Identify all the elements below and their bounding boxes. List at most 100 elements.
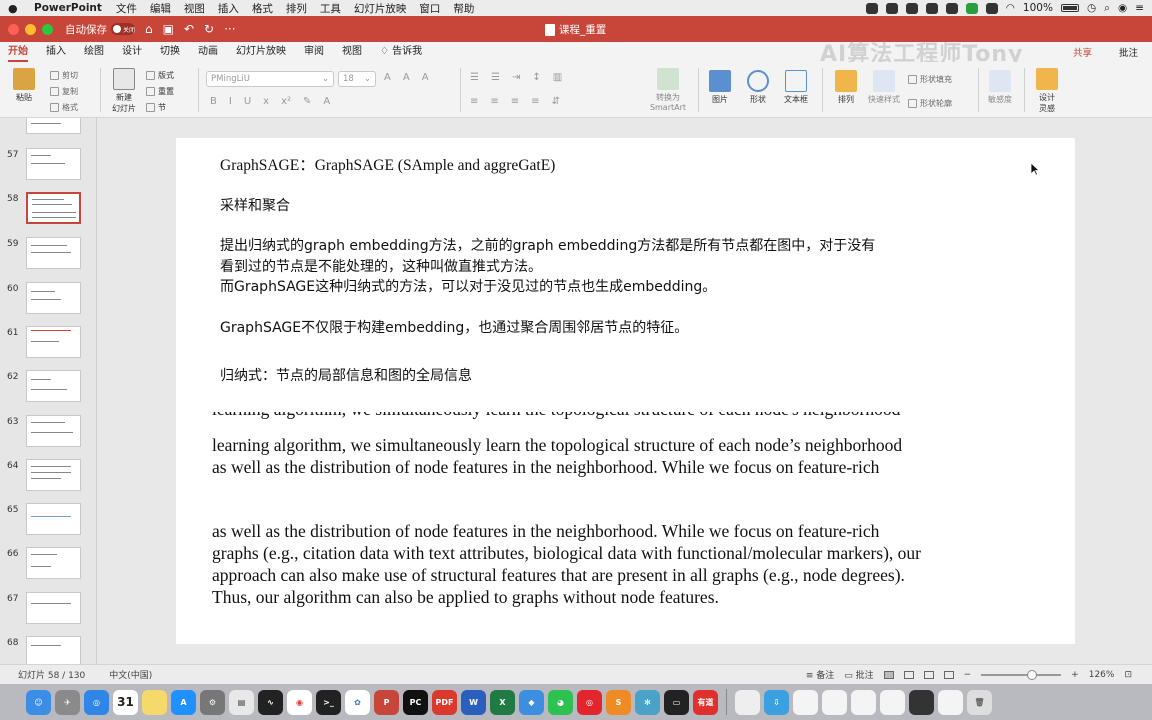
zoom-slider[interactable] bbox=[981, 669, 1062, 680]
body-paragraph-line[interactable]: 归纳式：节点的局部信息和图的全局信息 bbox=[220, 366, 472, 386]
slideshow-view-icon[interactable] bbox=[943, 670, 954, 679]
paw-icon[interactable]: ◆ bbox=[519, 689, 544, 715]
minimized-window-icon[interactable] bbox=[822, 689, 847, 715]
spotlight-search-icon[interactable]: ⌕ bbox=[1104, 2, 1110, 15]
body-paragraph-line[interactable]: 而GraphSAGE这种归纳式的方法，可以对于没见过的节点也生成embeddin… bbox=[220, 277, 716, 297]
body-paragraph-line[interactable]: 看到过的节点是不能处理的，这种叫做直推式方法。 bbox=[220, 257, 542, 277]
powerpoint-icon[interactable]: P bbox=[374, 689, 399, 715]
chrome-icon[interactable]: ◉ bbox=[287, 689, 312, 715]
layout-button[interactable]: 版式 bbox=[146, 70, 174, 81]
wechat-tray-icon[interactable] bbox=[885, 2, 898, 14]
trash-icon[interactable]: 🗑 bbox=[967, 689, 992, 715]
save-icon[interactable]: ▣ bbox=[163, 22, 174, 36]
superscript-button[interactable]: x² bbox=[281, 96, 291, 107]
numbering-button[interactable]: ☰ bbox=[491, 72, 500, 83]
clock-icon[interactable]: ◷ bbox=[1087, 2, 1096, 14]
zoom-in-button[interactable]: + bbox=[1071, 670, 1079, 680]
comments-button[interactable]: 批注 bbox=[1119, 45, 1138, 59]
menu-edit[interactable]: 编辑 bbox=[150, 1, 171, 16]
vpn-tray-icon[interactable] bbox=[905, 2, 918, 14]
fit-to-window-icon[interactable]: ⊡ bbox=[1124, 670, 1132, 680]
justify-button[interactable]: ≡ bbox=[531, 96, 539, 107]
apple-icon[interactable]: ● bbox=[8, 2, 22, 15]
safari-icon[interactable]: ◎ bbox=[84, 689, 109, 715]
terminal-icon[interactable]: >_ bbox=[316, 689, 341, 715]
slide-thumbnail[interactable] bbox=[26, 326, 81, 358]
appstore-icon[interactable]: A bbox=[171, 689, 196, 715]
line-spacing-button[interactable]: ↕ bbox=[532, 72, 540, 83]
underline-button[interactable]: U bbox=[244, 96, 251, 107]
close-window-button[interactable] bbox=[8, 23, 19, 35]
tab-slideshow[interactable]: 幻灯片放映 bbox=[236, 42, 286, 62]
minimize-window-button[interactable] bbox=[25, 23, 36, 35]
autosave-control[interactable]: 自动保存 关闭 bbox=[65, 22, 135, 37]
tab-design[interactable]: 设计 bbox=[122, 42, 142, 62]
tab-home[interactable]: 开始 bbox=[8, 42, 28, 62]
home-icon[interactable]: ⌂ bbox=[145, 22, 153, 36]
reset-button[interactable]: 重置 bbox=[146, 86, 174, 97]
tab-insert[interactable]: 插入 bbox=[46, 42, 66, 62]
arrange-button[interactable]: 排列 bbox=[830, 70, 862, 105]
slide-thumbnail[interactable] bbox=[26, 148, 81, 180]
slide-thumbnail[interactable] bbox=[26, 282, 81, 314]
picture-button[interactable]: 图片 bbox=[704, 70, 736, 105]
tab-animations[interactable]: 动画 bbox=[198, 42, 218, 62]
slide-thumbnail[interactable] bbox=[26, 636, 81, 664]
network-tool-icon[interactable]: ✻ bbox=[635, 689, 660, 715]
netease-music-icon[interactable]: ◎ bbox=[577, 689, 602, 715]
tell-me-search[interactable]: ♢ 告诉我 bbox=[380, 42, 422, 62]
document-window-icon[interactable] bbox=[735, 689, 760, 715]
minimized-window-icon[interactable] bbox=[938, 689, 963, 715]
pdf-reader-icon[interactable]: PDF bbox=[432, 689, 457, 715]
preview-icon[interactable]: ▤ bbox=[229, 689, 254, 715]
system-settings-icon[interactable]: ⚙ bbox=[200, 689, 225, 715]
body-paragraph-line[interactable]: 提出归纳式的graph embedding方法，之前的graph embeddi… bbox=[220, 236, 875, 256]
zoom-percent[interactable]: 126% bbox=[1089, 670, 1115, 680]
bold-button[interactable]: B bbox=[210, 96, 217, 107]
slide-subtitle[interactable]: 采样和聚合 bbox=[220, 196, 290, 216]
shape-fill-button[interactable]: 形状填充 bbox=[908, 74, 952, 85]
design-ideas-button[interactable]: 设计 灵感 bbox=[1032, 68, 1062, 114]
launchpad-icon[interactable]: ✈ bbox=[55, 689, 80, 715]
sublime-text-icon[interactable]: S bbox=[606, 689, 631, 715]
notes-button[interactable]: ≡ 备注 bbox=[806, 668, 834, 681]
slide-thumbnail[interactable] bbox=[26, 547, 81, 579]
youdao-icon[interactable]: 有道 bbox=[693, 689, 718, 715]
slide-thumbnail[interactable] bbox=[26, 118, 81, 134]
slide-editing-area[interactable]: GraphSAGE：GraphSAGE (SAmple and aggreGat… bbox=[98, 118, 1152, 664]
current-slide[interactable]: GraphSAGE：GraphSAGE (SAmple and aggreGat… bbox=[176, 138, 1075, 644]
font-color-button[interactable]: A bbox=[323, 96, 330, 107]
paste-button[interactable]: 粘贴 bbox=[10, 68, 38, 103]
siri-icon[interactable]: ◉ bbox=[1118, 2, 1127, 14]
font-size-select[interactable]: 18 ⌄ bbox=[338, 71, 376, 87]
italic-button[interactable]: I bbox=[229, 96, 232, 107]
text-direction-button[interactable]: ⇵ bbox=[552, 96, 560, 107]
finder-icon[interactable]: ☺ bbox=[26, 689, 51, 715]
slide-thumbnail-selected[interactable] bbox=[26, 192, 81, 224]
slide-thumbnail[interactable] bbox=[26, 592, 81, 624]
redo-icon[interactable]: ↻ bbox=[204, 22, 214, 36]
normal-view-icon[interactable] bbox=[883, 670, 894, 679]
zoom-slider-knob[interactable] bbox=[1027, 669, 1038, 680]
slide-thumbnail[interactable] bbox=[26, 415, 81, 447]
strikethrough-button[interactable]: x bbox=[263, 96, 269, 107]
shape-button[interactable]: 形状 bbox=[742, 70, 774, 105]
menu-file[interactable]: 文件 bbox=[116, 1, 137, 16]
columns-button[interactable]: ▥ bbox=[553, 72, 562, 83]
minimized-window-icon[interactable] bbox=[851, 689, 876, 715]
slide-thumbnail[interactable] bbox=[26, 370, 81, 402]
cut-button[interactable]: 剪切 bbox=[50, 70, 78, 81]
facetime-icon[interactable]: ▭ bbox=[664, 689, 689, 715]
download-folder-icon[interactable]: ⇩ bbox=[764, 689, 789, 715]
minimized-window-icon[interactable] bbox=[880, 689, 905, 715]
minimized-window-icon[interactable] bbox=[793, 689, 818, 715]
align-left-button[interactable]: ≡ bbox=[470, 96, 478, 107]
section-button[interactable]: 节 bbox=[146, 102, 166, 113]
clear-format-button[interactable]: A bbox=[422, 72, 429, 83]
green-app-tray-icon[interactable] bbox=[965, 2, 978, 14]
tab-view[interactable]: 视图 bbox=[342, 42, 362, 62]
shape-outline-button[interactable]: 形状轮廓 bbox=[908, 98, 952, 109]
language-indicator[interactable]: 中文(中国) bbox=[109, 668, 152, 681]
grid-tray-icon[interactable] bbox=[985, 2, 998, 14]
fullscreen-window-button[interactable] bbox=[42, 23, 53, 35]
